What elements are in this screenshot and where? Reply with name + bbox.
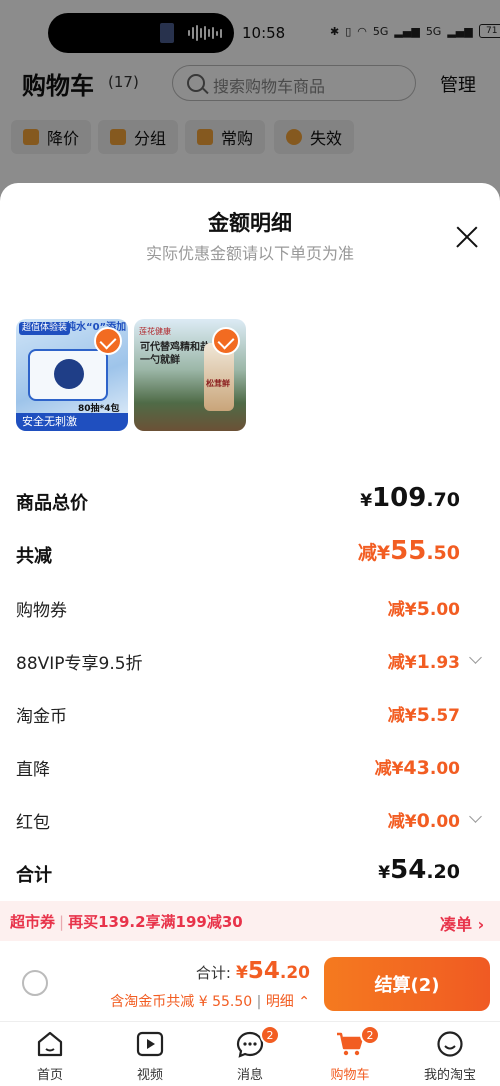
product-thumbnail-seasoning[interactable]: 莲花健康 可代替鸡精和盐 一勺就鲜 松茸鲜 — [134, 319, 246, 431]
discount-note[interactable]: 含淘金币共减 ¥ 55.50 | 明细 ⌃ — [110, 991, 310, 1011]
home-icon — [37, 1031, 63, 1057]
row-label-total-discount: 共减 — [16, 546, 52, 567]
row-value-coupon: 减¥5.00 — [388, 595, 460, 620]
tab-message[interactable]: 2 消息 — [200, 1022, 300, 1086]
row-label-direct-cut: 直降 — [16, 760, 50, 780]
coupon-tag: 超市券 — [10, 913, 56, 931]
amount-dec: .57 — [429, 706, 460, 726]
chevron-right-icon: › — [477, 915, 485, 934]
amount-int: 0 — [416, 810, 430, 832]
coupon-link[interactable]: 凑单 › — [440, 911, 484, 935]
settle-button[interactable]: 结算(2) — [324, 957, 490, 1011]
amount-dec: .93 — [429, 653, 460, 673]
message-badge: 2 — [260, 1025, 280, 1045]
checkout-total: 合计: ¥54.20 — [196, 958, 310, 984]
amount-int: 43 — [403, 757, 430, 779]
currency: 减¥ — [357, 542, 391, 564]
row-label-grand-total: 合计 — [16, 865, 52, 886]
tab-bar: 首页 视频 2 消息 2 购物车 我的淘宝 — [0, 1021, 500, 1085]
amount-dec: .00 — [429, 600, 460, 620]
row-value-total-discount: 减¥55.50 — [358, 536, 460, 566]
product-tag: 一勺就鲜 — [140, 355, 180, 366]
penguin-icon — [54, 359, 84, 389]
currency: 减¥ — [387, 600, 417, 620]
row-value-88vip[interactable]: 减¥1.93 — [388, 648, 460, 673]
amount-int: 1 — [416, 651, 430, 673]
product-tag: 安全无刺激 — [16, 413, 128, 431]
sheet-subtitle: 实际优惠金额请以下单页为准 — [145, 244, 354, 263]
chevron-down-icon[interactable] — [469, 810, 482, 823]
currency: 减¥ — [374, 759, 404, 779]
product-name: 松茸鲜 — [206, 379, 230, 388]
chevron-down-icon[interactable] — [469, 651, 482, 664]
row-value-direct-cut: 减¥43.00 — [375, 754, 460, 779]
row-label-subtotal: 商品总价 — [16, 493, 88, 514]
row-value-taojinbi: 减¥5.57 — [388, 701, 460, 726]
row-label-red-packet: 红包 — [16, 813, 50, 833]
tab-label: 首页 — [36, 1068, 63, 1083]
row-label-88vip: 88VIP专享9.5折 — [16, 654, 143, 674]
select-all-radio[interactable] — [22, 970, 48, 996]
amount-int: 109 — [372, 483, 427, 513]
tab-home[interactable]: 首页 — [0, 1022, 100, 1086]
row-label-coupon: 购物券 — [16, 601, 67, 621]
tab-label: 视频 — [136, 1068, 163, 1083]
currency: ¥ — [360, 491, 373, 511]
sheet-title: 金额明细 — [208, 211, 292, 235]
currency: ¥ — [378, 863, 391, 883]
product-brand: 莲花健康 — [139, 327, 171, 336]
tab-label: 我的淘宝 — [423, 1068, 476, 1083]
chevron-up-icon: ⌃ — [298, 994, 310, 1010]
cart-badge: 2 — [360, 1025, 380, 1045]
video-icon — [136, 1031, 164, 1057]
check-icon[interactable] — [94, 327, 122, 355]
tab-profile[interactable]: 我的淘宝 — [400, 1022, 500, 1086]
row-value-red-packet: 减¥0.00 — [388, 807, 460, 832]
total-label: 合计: — [195, 964, 231, 982]
amount-int: 54 — [390, 855, 427, 885]
row-value-subtotal: ¥109.70 — [360, 483, 460, 513]
currency: 减¥ — [387, 706, 417, 726]
currency: 减¥ — [387, 653, 417, 673]
coupon-promo: 再买139.2享满199减30 — [68, 913, 243, 931]
amount-dec: .50 — [426, 542, 460, 564]
amount-int: 55 — [390, 536, 427, 566]
product-package — [28, 349, 108, 401]
amount-int: 5 — [416, 598, 430, 620]
product-tag: 可代替鸡精和盐 — [140, 342, 210, 353]
coupon-bar[interactable]: 超市券 | 再买139.2享满199减30 凑单 › — [0, 901, 500, 941]
currency: ¥ — [236, 963, 248, 983]
amount-detail-sheet: 金额明细 实际优惠金额请以下单页为准 超值体验装 纯水“0”添加 80抽*4包 … — [0, 183, 500, 1085]
amount-dec: .20 — [279, 963, 310, 983]
coupon-text: 超市券 | 再买139.2享满199减30 — [10, 913, 243, 931]
tab-cart[interactable]: 2 购物车 — [300, 1022, 400, 1086]
profile-icon — [437, 1031, 463, 1057]
product-tag: 超值体验装 — [19, 322, 71, 335]
currency: 减¥ — [387, 812, 417, 832]
tab-label: 消息 — [236, 1068, 263, 1083]
close-icon[interactable] — [455, 225, 479, 249]
tab-label: 购物车 — [330, 1068, 370, 1083]
check-icon[interactable] — [212, 327, 240, 355]
detail-toggle[interactable]: 明细 — [266, 994, 294, 1010]
product-thumbnail-tissue[interactable]: 超值体验装 纯水“0”添加 80抽*4包 安全无刺激 — [16, 319, 128, 431]
discount-note-text: 含淘金币共减 ¥ 55.50 — [110, 994, 253, 1010]
row-label-taojinbi: 淘金币 — [16, 707, 67, 727]
coupon-link-label: 凑单 — [440, 915, 473, 934]
amount-dec: .70 — [426, 489, 460, 511]
row-value-grand-total: ¥54.20 — [378, 855, 460, 885]
amount-dec: .20 — [426, 861, 460, 883]
tab-video[interactable]: 视频 — [100, 1022, 200, 1086]
amount-int: 5 — [416, 704, 430, 726]
amount-int: 54 — [247, 958, 280, 984]
amount-dec: .00 — [429, 759, 460, 779]
amount-dec: .00 — [429, 812, 460, 832]
